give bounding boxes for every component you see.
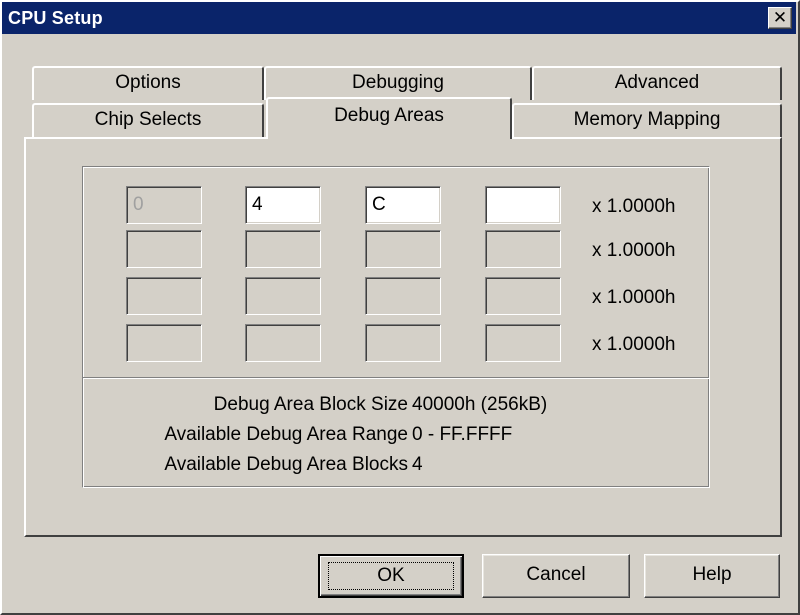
unit-label: x 1.0000h bbox=[592, 240, 676, 261]
unit-label: x 1.0000h bbox=[592, 334, 676, 355]
tab-label: Chip Selects bbox=[94, 109, 202, 130]
area-field-r1-c4[interactable] bbox=[485, 186, 561, 224]
close-icon: ✕ bbox=[772, 8, 788, 27]
area-field-r3-c1 bbox=[126, 277, 202, 315]
area-field-r3-c2 bbox=[245, 277, 321, 315]
unit-label: x 1.0000h bbox=[592, 196, 676, 217]
block-size-label: Debug Area Block Size bbox=[213, 394, 408, 415]
window-title: CPU Setup bbox=[8, 8, 103, 28]
area-blocks-label: Available Debug Area Blocks bbox=[164, 454, 408, 475]
close-button[interactable]: ✕ bbox=[768, 7, 792, 29]
area-field-r1-c3[interactable] bbox=[365, 186, 441, 224]
tab-label: Debugging bbox=[352, 72, 444, 93]
tab-debugging[interactable]: Debugging bbox=[264, 66, 532, 100]
unit-label: x 1.0000h bbox=[592, 287, 676, 308]
tab-chip-selects[interactable]: Chip Selects bbox=[32, 103, 264, 137]
area-field-r2-c3 bbox=[365, 230, 441, 268]
area-field-r1-c1 bbox=[126, 186, 202, 224]
tab-advanced[interactable]: Advanced bbox=[532, 66, 782, 100]
title-bar[interactable]: CPU Setup ✕ bbox=[2, 2, 796, 34]
ok-button[interactable]: OK bbox=[318, 554, 464, 598]
area-field-r4-c1 bbox=[126, 324, 202, 362]
tab-label: Advanced bbox=[614, 72, 700, 93]
tab-debug-areas[interactable]: Debug Areas bbox=[266, 97, 512, 139]
cancel-label: Cancel bbox=[526, 564, 586, 585]
area-blocks-value: 4 bbox=[412, 454, 423, 475]
area-field-r3-c4 bbox=[485, 277, 561, 315]
tab-label: Options bbox=[115, 72, 181, 93]
tab-label: Debug Areas bbox=[334, 105, 444, 126]
tab-label: Memory Mapping bbox=[573, 109, 721, 130]
tab-options[interactable]: Options bbox=[32, 66, 264, 100]
help-button[interactable]: Help bbox=[644, 554, 780, 598]
tab-memory-mapping[interactable]: Memory Mapping bbox=[512, 103, 782, 137]
area-field-r2-c1 bbox=[126, 230, 202, 268]
area-field-r1-c2[interactable] bbox=[245, 186, 321, 224]
cancel-button[interactable]: Cancel bbox=[482, 554, 630, 598]
area-field-r3-c3 bbox=[365, 277, 441, 315]
group-divider bbox=[83, 377, 709, 379]
area-field-r4-c2 bbox=[245, 324, 321, 362]
area-field-r2-c2 bbox=[245, 230, 321, 268]
area-field-r4-c4 bbox=[485, 324, 561, 362]
block-size-value: 40000h (256kB) bbox=[412, 394, 548, 415]
focus-indicator bbox=[328, 562, 454, 590]
area-field-r4-c3 bbox=[365, 324, 441, 362]
area-range-value: 0 - FF.FFFF bbox=[412, 424, 513, 445]
help-label: Help bbox=[692, 564, 732, 585]
area-range-label: Available Debug Area Range bbox=[164, 424, 408, 445]
area-field-r2-c4 bbox=[485, 230, 561, 268]
